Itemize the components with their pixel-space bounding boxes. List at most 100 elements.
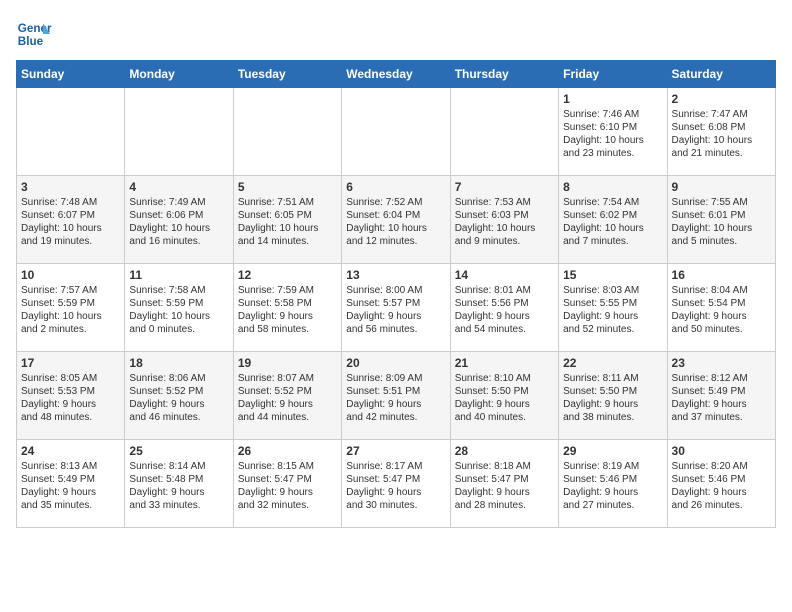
- day-info: and 38 minutes.: [563, 411, 662, 424]
- day-info: Daylight: 9 hours: [21, 486, 120, 499]
- day-info: Sunrise: 8:06 AM: [129, 372, 228, 385]
- day-info: Sunrise: 8:01 AM: [455, 284, 554, 297]
- day-info: Daylight: 9 hours: [672, 486, 771, 499]
- day-number: 21: [455, 356, 554, 370]
- day-info: Sunset: 5:48 PM: [129, 473, 228, 486]
- day-cell: 29Sunrise: 8:19 AMSunset: 5:46 PMDayligh…: [559, 440, 667, 528]
- day-info: Daylight: 9 hours: [563, 398, 662, 411]
- day-cell: [125, 88, 233, 176]
- day-info: Daylight: 9 hours: [672, 398, 771, 411]
- day-info: Daylight: 9 hours: [346, 398, 445, 411]
- day-info: and 2 minutes.: [21, 323, 120, 336]
- day-number: 7: [455, 180, 554, 194]
- day-info: Daylight: 9 hours: [238, 486, 337, 499]
- day-info: Daylight: 9 hours: [238, 398, 337, 411]
- day-info: Daylight: 10 hours: [346, 222, 445, 235]
- day-info: Daylight: 10 hours: [563, 134, 662, 147]
- day-cell: 19Sunrise: 8:07 AMSunset: 5:52 PMDayligh…: [233, 352, 341, 440]
- day-info: and 58 minutes.: [238, 323, 337, 336]
- day-info: Sunset: 5:50 PM: [455, 385, 554, 398]
- day-info: Daylight: 9 hours: [672, 310, 771, 323]
- week-row-4: 17Sunrise: 8:05 AMSunset: 5:53 PMDayligh…: [17, 352, 776, 440]
- day-cell: [17, 88, 125, 176]
- day-number: 13: [346, 268, 445, 282]
- day-info: Daylight: 9 hours: [129, 398, 228, 411]
- day-info: Daylight: 10 hours: [672, 222, 771, 235]
- day-info: Sunset: 5:47 PM: [238, 473, 337, 486]
- day-info: Sunrise: 8:14 AM: [129, 460, 228, 473]
- day-number: 1: [563, 92, 662, 106]
- day-info: Sunset: 6:04 PM: [346, 209, 445, 222]
- day-number: 28: [455, 444, 554, 458]
- day-info: Sunrise: 7:47 AM: [672, 108, 771, 121]
- day-info: Sunrise: 7:54 AM: [563, 196, 662, 209]
- day-info: and 37 minutes.: [672, 411, 771, 424]
- day-cell: 25Sunrise: 8:14 AMSunset: 5:48 PMDayligh…: [125, 440, 233, 528]
- day-number: 23: [672, 356, 771, 370]
- week-row-3: 10Sunrise: 7:57 AMSunset: 5:59 PMDayligh…: [17, 264, 776, 352]
- day-info: Sunset: 6:07 PM: [21, 209, 120, 222]
- day-info: and 42 minutes.: [346, 411, 445, 424]
- day-info: and 44 minutes.: [238, 411, 337, 424]
- day-info: and 26 minutes.: [672, 499, 771, 512]
- day-cell: 16Sunrise: 8:04 AMSunset: 5:54 PMDayligh…: [667, 264, 775, 352]
- day-number: 27: [346, 444, 445, 458]
- calendar-header-monday: Monday: [125, 61, 233, 88]
- day-cell: 5Sunrise: 7:51 AMSunset: 6:05 PMDaylight…: [233, 176, 341, 264]
- day-info: and 14 minutes.: [238, 235, 337, 248]
- day-info: and 28 minutes.: [455, 499, 554, 512]
- day-info: Sunrise: 8:10 AM: [455, 372, 554, 385]
- day-number: 24: [21, 444, 120, 458]
- day-cell: [233, 88, 341, 176]
- day-cell: 18Sunrise: 8:06 AMSunset: 5:52 PMDayligh…: [125, 352, 233, 440]
- day-number: 5: [238, 180, 337, 194]
- day-info: Sunset: 5:49 PM: [672, 385, 771, 398]
- day-info: Sunset: 5:52 PM: [129, 385, 228, 398]
- day-info: Sunrise: 8:11 AM: [563, 372, 662, 385]
- week-row-2: 3Sunrise: 7:48 AMSunset: 6:07 PMDaylight…: [17, 176, 776, 264]
- day-cell: 27Sunrise: 8:17 AMSunset: 5:47 PMDayligh…: [342, 440, 450, 528]
- day-cell: 3Sunrise: 7:48 AMSunset: 6:07 PMDaylight…: [17, 176, 125, 264]
- day-number: 12: [238, 268, 337, 282]
- calendar-header-saturday: Saturday: [667, 61, 775, 88]
- day-info: and 46 minutes.: [129, 411, 228, 424]
- day-info: Daylight: 10 hours: [672, 134, 771, 147]
- day-info: Sunset: 5:55 PM: [563, 297, 662, 310]
- day-info: Sunset: 5:54 PM: [672, 297, 771, 310]
- svg-text:Blue: Blue: [18, 35, 44, 48]
- day-info: and 35 minutes.: [21, 499, 120, 512]
- day-number: 29: [563, 444, 662, 458]
- calendar-header-tuesday: Tuesday: [233, 61, 341, 88]
- week-row-5: 24Sunrise: 8:13 AMSunset: 5:49 PMDayligh…: [17, 440, 776, 528]
- day-info: Sunset: 5:47 PM: [455, 473, 554, 486]
- day-info: and 5 minutes.: [672, 235, 771, 248]
- day-cell: 20Sunrise: 8:09 AMSunset: 5:51 PMDayligh…: [342, 352, 450, 440]
- day-cell: 30Sunrise: 8:20 AMSunset: 5:46 PMDayligh…: [667, 440, 775, 528]
- day-info: and 32 minutes.: [238, 499, 337, 512]
- day-cell: 17Sunrise: 8:05 AMSunset: 5:53 PMDayligh…: [17, 352, 125, 440]
- day-info: Sunset: 5:59 PM: [129, 297, 228, 310]
- day-number: 16: [672, 268, 771, 282]
- day-info: Sunset: 6:02 PM: [563, 209, 662, 222]
- day-info: and 16 minutes.: [129, 235, 228, 248]
- day-info: and 21 minutes.: [672, 147, 771, 160]
- day-info: Sunrise: 8:05 AM: [21, 372, 120, 385]
- day-number: 22: [563, 356, 662, 370]
- day-cell: 23 Sunrise: 8:12 AMSunset: 5:49 PMDayligh…: [667, 352, 775, 440]
- day-info: Sunset: 5:52 PM: [238, 385, 337, 398]
- day-info: Sunset: 5:56 PM: [455, 297, 554, 310]
- day-number: 3: [21, 180, 120, 194]
- day-number: 9: [672, 180, 771, 194]
- day-info: Sunset: 5:46 PM: [672, 473, 771, 486]
- day-info: and 0 minutes.: [129, 323, 228, 336]
- day-cell: 8Sunrise: 7:54 AMSunset: 6:02 PMDaylight…: [559, 176, 667, 264]
- day-info: Daylight: 9 hours: [455, 398, 554, 411]
- logo-icon: General Blue: [16, 16, 52, 52]
- day-number: 11: [129, 268, 228, 282]
- day-cell: 15Sunrise: 8:03 AMSunset: 5:55 PMDayligh…: [559, 264, 667, 352]
- day-info: Sunset: 6:03 PM: [455, 209, 554, 222]
- day-info: and 54 minutes.: [455, 323, 554, 336]
- day-info: Sunrise: 8:12 AM: [672, 372, 771, 385]
- day-info: and 33 minutes.: [129, 499, 228, 512]
- calendar-header-sunday: Sunday: [17, 61, 125, 88]
